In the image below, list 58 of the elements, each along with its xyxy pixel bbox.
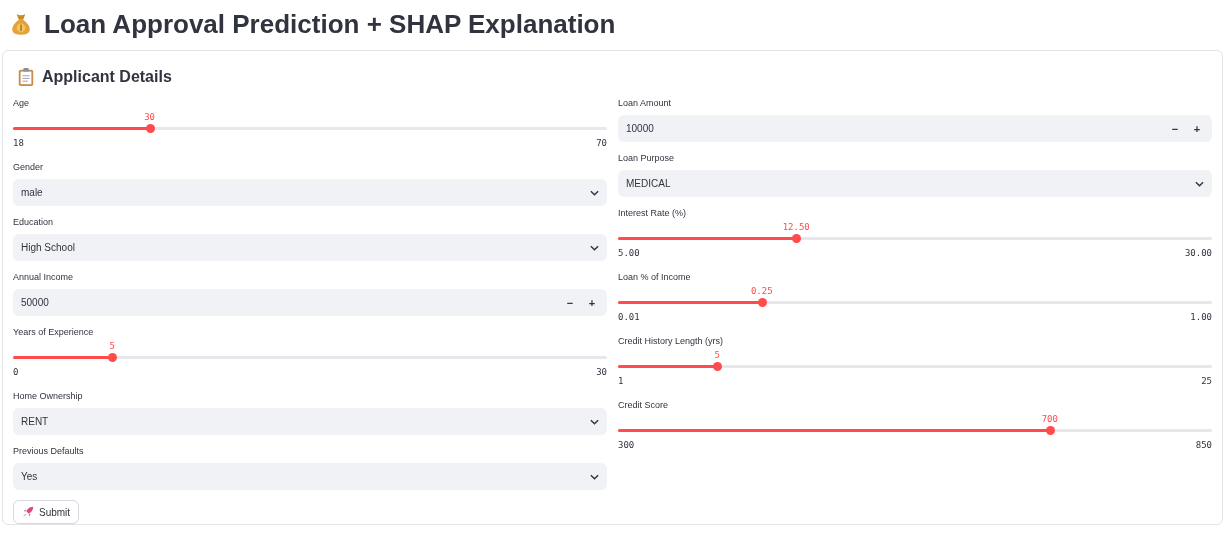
select-dropdown[interactable]: male (13, 179, 607, 206)
field-label: Gender (13, 161, 45, 173)
field-label: Loan Purpose (618, 152, 676, 164)
field-label: Previous Defaults (13, 445, 85, 457)
chevron-down-icon (1195, 180, 1204, 187)
slider-max: 1.00 (1190, 312, 1212, 322)
slider-max: 30 (596, 367, 607, 377)
field-label: Credit History Length (yrs) (618, 335, 725, 347)
slider-min: 0 (13, 367, 19, 377)
field-label: Loan Amount (618, 97, 673, 109)
field-label: Annual Income (13, 271, 75, 283)
number-input[interactable]: 50000 − + (13, 289, 607, 316)
slider-min: 1 (618, 376, 624, 386)
number-input[interactable]: 10000 − + (618, 115, 1212, 142)
field-label: Interest Rate (%) (618, 207, 688, 219)
increment-button[interactable]: + (581, 296, 603, 309)
slider-thumb[interactable] (757, 298, 767, 307)
slider-thumb[interactable] (145, 124, 155, 133)
select-dropdown[interactable]: MEDICAL (618, 170, 1212, 197)
slider-max: 25 (1201, 376, 1212, 386)
chevron-down-icon (590, 244, 599, 251)
slider-thumb[interactable] (792, 234, 802, 243)
slider-min: 5.00 (618, 248, 640, 258)
chevron-down-icon (590, 473, 599, 480)
slider-value: 12.50 (782, 222, 810, 232)
field-label: Age (13, 97, 30, 109)
slider-max: 30.00 (1184, 248, 1212, 258)
slider-value: 5 (109, 341, 115, 351)
slider-max: 70 (596, 138, 607, 148)
field-label: Loan % of Income (618, 271, 692, 283)
slider-thumb[interactable] (713, 362, 723, 371)
field-label: Education (13, 216, 55, 228)
slider-value: 30 (144, 112, 156, 122)
slider-min: 18 (13, 138, 24, 148)
field-label: Credit Score (618, 399, 670, 411)
slider-value: 0.25 (750, 286, 773, 296)
slider-thumb[interactable] (1045, 426, 1055, 435)
slider-value: 700 (1041, 414, 1058, 424)
chevron-down-icon (590, 418, 599, 425)
section-heading: Applicant Details (42, 68, 172, 86)
chevron-down-icon (590, 189, 599, 196)
slider-value: 5 (714, 350, 720, 360)
slider-min: 0.01 (618, 312, 640, 322)
slider-min: 300 (618, 440, 635, 450)
select-dropdown[interactable]: RENT (13, 408, 607, 435)
page-title: Loan Approval Prediction + SHAP Explanation (44, 8, 616, 40)
clipboard-icon (17, 67, 35, 87)
select-dropdown[interactable]: High School (13, 234, 607, 261)
slider-thumb[interactable] (108, 353, 118, 362)
select-dropdown[interactable]: Yes (13, 463, 607, 490)
submit-button[interactable]: Submit (13, 500, 80, 524)
slider-max: 850 (1195, 440, 1212, 450)
field-label: Home Ownership (13, 390, 84, 402)
field-label: Years of Experience (13, 326, 95, 338)
decrement-button[interactable]: − (1164, 122, 1186, 135)
rocket-icon (22, 506, 34, 518)
decrement-button[interactable]: − (559, 296, 581, 309)
increment-button[interactable]: + (1186, 122, 1208, 135)
